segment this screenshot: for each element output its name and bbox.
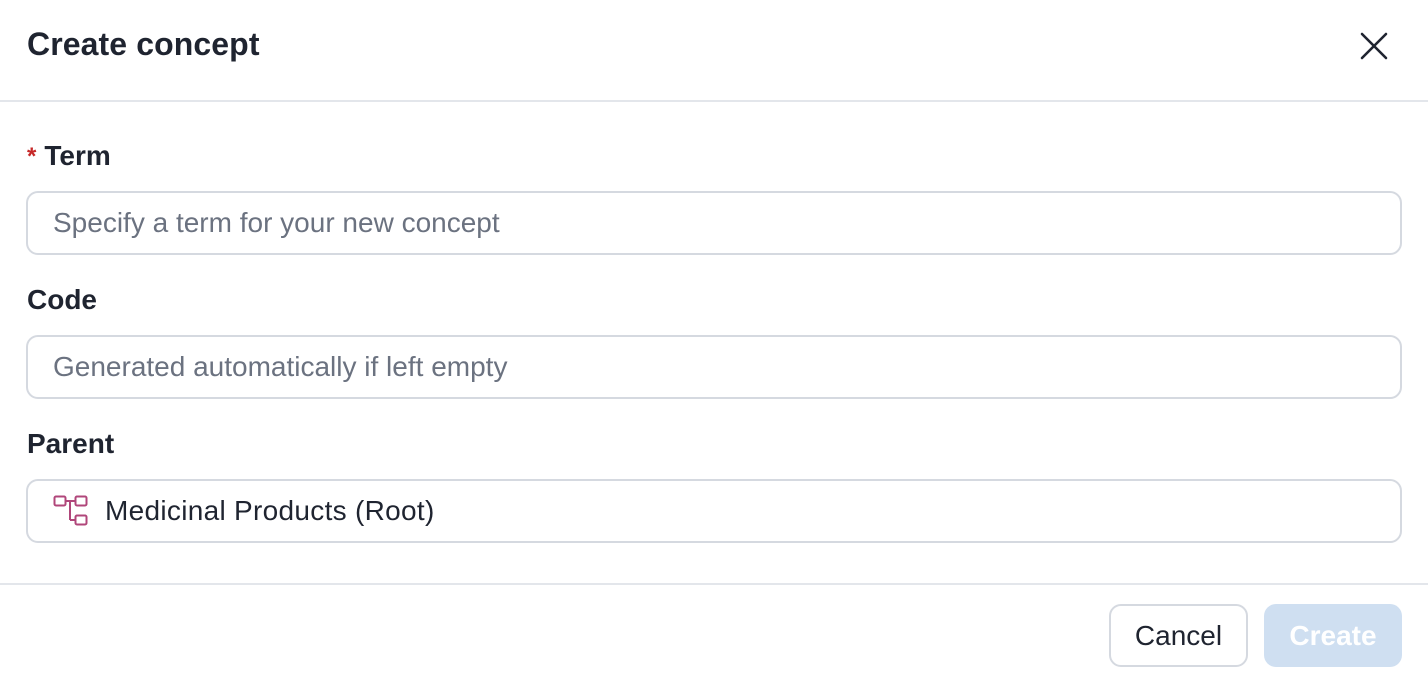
close-button[interactable] bbox=[1352, 24, 1396, 68]
required-marker: * bbox=[27, 143, 37, 170]
term-label-text: Term bbox=[44, 140, 111, 171]
cancel-button[interactable]: Cancel bbox=[1109, 604, 1248, 667]
create-button[interactable]: Create bbox=[1264, 604, 1402, 667]
create-concept-dialog: Create concept * Term Code Parent bbox=[0, 0, 1428, 678]
close-icon bbox=[1360, 32, 1388, 60]
term-field[interactable] bbox=[26, 191, 1402, 255]
term-input[interactable] bbox=[53, 207, 1400, 239]
code-input[interactable] bbox=[53, 351, 1400, 383]
dialog-title: Create concept bbox=[27, 26, 260, 62]
parent-label: Parent bbox=[27, 428, 115, 459]
parent-value: Medicinal Products (Root) bbox=[105, 495, 435, 526]
dialog-footer: Cancel Create bbox=[0, 583, 1428, 678]
code-label: Code bbox=[27, 284, 97, 315]
term-label: * Term bbox=[27, 140, 111, 172]
dialog-header: Create concept bbox=[0, 0, 1428, 102]
parent-selector[interactable]: Medicinal Products (Root) bbox=[26, 479, 1402, 543]
code-field[interactable] bbox=[26, 335, 1402, 399]
hierarchy-tree-icon bbox=[53, 495, 89, 527]
